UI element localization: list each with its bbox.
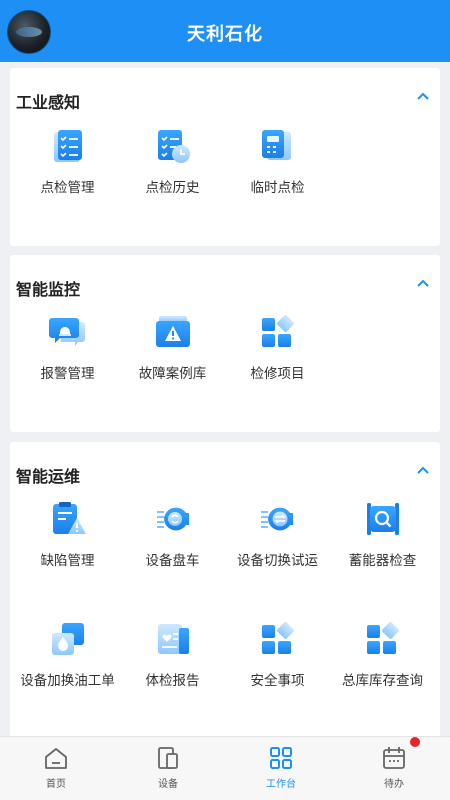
checklist-icon [53,130,82,162]
safety-blocks-icon [261,622,294,654]
tab-device[interactable]: 设备 [112,737,224,800]
chevron-up-icon[interactable] [416,277,430,291]
oil-drop-icon [51,623,84,655]
menu-item-label: 报警管理 [40,366,95,382]
menu-item-label: 故障案例库 [138,366,207,382]
page-title: 天利石化 [187,24,263,45]
menu-item-oil-change-order[interactable]: 设备加换油工单 [10,619,125,689]
tab-label: 待办 [384,779,404,790]
device-icon [158,747,178,769]
fault-warning-icon [155,316,190,347]
app-header: 天利石化 [0,0,450,62]
menu-item-inventory-query[interactable]: 总库库存查询 [325,619,440,689]
section-smart-operations: 智能运维 缺陷管理 设备盘车 设备切换试运 蓄能器检查 设备加换油工单 体检报告… [10,442,440,736]
temporary-check-icon [261,130,291,160]
section-industrial-perception: 工业感知 点检管理 点检历史 临时点检 [10,68,440,246]
inventory-blocks-icon [366,622,399,654]
tab-todo[interactable]: 待办 [338,737,450,800]
menu-item-accumulator-check[interactable]: 蓄能器检查 [325,499,440,569]
section-title: 智能运维 [16,467,81,486]
rotation-gear-icon [156,507,189,531]
switch-arrows-icon [260,507,293,531]
chevron-up-icon[interactable] [416,90,430,104]
tab-label: 设备 [158,779,178,790]
grid-icon [270,747,292,769]
checklist-history-icon [157,130,190,163]
menu-item-equipment-rotation[interactable]: 设备盘车 [115,499,230,569]
menu-item-health-report[interactable]: 体检报告 [115,619,230,689]
menu-item-label: 临时点检 [250,180,305,196]
menu-item-safety-matters[interactable]: 安全事项 [220,619,335,689]
menu-item-label: 安全事项 [250,673,305,689]
section-smart-monitoring: 智能监控 报警管理 故障案例库 检修项目 [10,255,440,432]
menu-item-label: 设备切换试运 [237,553,318,569]
menu-item-defect-management[interactable]: 缺陷管理 [10,499,125,569]
calendar-icon [383,747,405,769]
health-report-icon [157,624,189,654]
menu-item-check-history[interactable]: 点检历史 [115,126,230,196]
chevron-up-icon[interactable] [416,464,430,478]
section-title: 智能监控 [16,280,81,299]
menu-item-maintenance-project[interactable]: 检修项目 [220,312,335,382]
menu-item-label: 点检管理 [40,180,95,196]
notification-badge [410,737,420,747]
tab-workbench[interactable]: 工作台 [225,737,337,800]
menu-item-equipment-switch-trial[interactable]: 设备切换试运 [220,499,335,569]
menu-item-temporary-check[interactable]: 临时点检 [220,126,335,196]
bottom-tab-bar: 首页 设备 工作台 待办 [0,736,450,800]
menu-item-label: 设备加换油工单 [20,673,115,689]
menu-item-label: 检修项目 [250,366,305,382]
menu-item-alarm-management[interactable]: 报警管理 [10,312,125,382]
section-title: 工业感知 [16,93,81,112]
menu-item-fault-case-library[interactable]: 故障案例库 [115,312,230,382]
tab-home[interactable]: 首页 [0,737,112,800]
menu-item-label: 点检历史 [145,180,200,196]
tab-label: 工作台 [266,779,296,790]
accumulator-search-icon [366,503,399,535]
menu-item-label: 总库库存查询 [342,673,423,689]
menu-item-label: 设备盘车 [145,553,200,569]
workbench-content[interactable]: 工业感知 点检管理 点检历史 临时点检 智能监控 报警管理 故障案例库 检修项目… [0,62,450,736]
tab-label: 首页 [46,779,66,790]
defect-clipboard-icon [52,502,86,534]
blocks-icon [261,315,294,347]
home-icon [45,748,67,769]
menu-item-label: 蓄能器检查 [348,553,417,569]
menu-item-label: 缺陷管理 [40,553,95,569]
menu-item-label: 体检报告 [145,673,200,689]
menu-item-spot-check[interactable]: 点检管理 [10,126,125,196]
alarm-message-icon [48,318,85,346]
